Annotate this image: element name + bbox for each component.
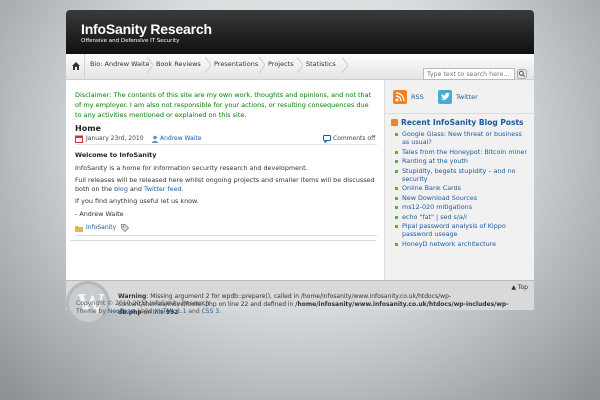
back-to-top-link[interactable]: ▲ Top bbox=[511, 284, 528, 291]
rss-icon[interactable] bbox=[391, 119, 398, 126]
recent-post-link[interactable]: Pipal password analysis of Kippo passwor… bbox=[402, 222, 506, 238]
nav-separator bbox=[205, 57, 211, 73]
post-footer: InfoSanity bbox=[75, 224, 377, 236]
theme-credit: Theme by NeoEase. Valid XHTML 1.1 and CS… bbox=[76, 308, 221, 316]
nav-item-book-reviews[interactable]: Book Reviews bbox=[156, 54, 201, 79]
list-item[interactable]: Stupidity, begets stupidity – and no sec… bbox=[395, 167, 527, 183]
nav-item-projects[interactable]: Projects bbox=[268, 54, 294, 79]
feed-links: RSS Twitter bbox=[393, 90, 529, 108]
twitter-feed-link[interactable]: Twitter feed bbox=[144, 185, 182, 193]
list-item[interactable]: echo "fat" | sed s/a/i bbox=[395, 213, 527, 221]
credit-text: and bbox=[186, 308, 202, 315]
calendar-icon bbox=[75, 135, 83, 143]
credit-text: . bbox=[219, 308, 222, 315]
nav-separator bbox=[259, 57, 265, 73]
post-comments: Comments off bbox=[333, 135, 376, 142]
divider bbox=[70, 240, 376, 241]
bullet-icon bbox=[395, 196, 398, 200]
home-icon bbox=[72, 62, 80, 70]
post-body: Welcome to InfoSanity InfoSanity is a ho… bbox=[75, 151, 377, 222]
credit-text: . Valid bbox=[134, 308, 155, 315]
recent-post-link[interactable]: Google Glass: New threat or business as … bbox=[402, 130, 522, 146]
post-paragraph: If you find anything useful let us know. bbox=[75, 197, 199, 205]
nav-item-statistics[interactable]: Statistics bbox=[306, 54, 336, 79]
post-category-link[interactable]: InfoSanity bbox=[86, 224, 116, 231]
widget-title: Recent InfoSanity Blog Posts bbox=[391, 118, 524, 127]
site-title[interactable]: InfoSanity Research bbox=[81, 21, 212, 37]
tag-icon bbox=[121, 224, 129, 232]
recent-post-link[interactable]: New Download Sources bbox=[402, 194, 477, 202]
nav-home[interactable] bbox=[67, 54, 85, 79]
list-item[interactable]: ms12-020 mitigations bbox=[395, 203, 527, 211]
copyright: Copyright © 2010-2012 InfoSanity Researc… bbox=[76, 300, 221, 316]
disclaimer: Disclaimer: The contents of this site ar… bbox=[75, 91, 372, 119]
recent-post-link[interactable]: Tales from the Honeypot: Bitcoin miner bbox=[402, 148, 527, 156]
post-meta: January 23rd, 2010 Andrew Waite Comments… bbox=[75, 135, 377, 145]
site-header: InfoSanity Research Offensive and Defens… bbox=[66, 10, 534, 54]
sidebar: RSS Twitter Recent InfoSanity Blog Posts… bbox=[384, 80, 535, 280]
divider bbox=[385, 113, 535, 114]
theme-author-link[interactable]: NeoEase bbox=[108, 308, 134, 315]
recent-post-link[interactable]: Ranting at the youth bbox=[402, 157, 468, 165]
nav-separator bbox=[147, 57, 153, 73]
post-paragraph: Full releases will be released here whil… bbox=[75, 176, 377, 193]
list-item[interactable]: New Download Sources bbox=[395, 194, 527, 202]
post-author[interactable]: Andrew Waite bbox=[160, 135, 202, 142]
bullet-icon bbox=[395, 187, 398, 190]
post-date: January 23rd, 2010 bbox=[86, 135, 144, 142]
twitter-link[interactable]: Twitter bbox=[456, 93, 478, 101]
css-link[interactable]: CSS 3 bbox=[202, 308, 220, 315]
list-item[interactable]: Google Glass: New threat or business as … bbox=[395, 130, 527, 146]
main-column: Disclaimer: The contents of this site ar… bbox=[66, 80, 384, 280]
bullet-icon bbox=[395, 242, 398, 246]
bullet-icon bbox=[395, 206, 398, 209]
recent-post-link[interactable]: echo "fat" | sed s/a/i bbox=[402, 213, 467, 221]
warning-label: Warning bbox=[118, 293, 147, 300]
copyright-text: Copyright © 2010-2012 InfoSanity Researc… bbox=[76, 300, 210, 307]
paragraph-text: and bbox=[127, 184, 144, 193]
list-item[interactable]: Pipal password analysis of Kippo passwor… bbox=[395, 222, 527, 238]
search-icon[interactable] bbox=[517, 69, 527, 79]
post-heading: Welcome to InfoSanity bbox=[75, 151, 157, 159]
comments-icon bbox=[323, 135, 331, 143]
bullet-icon bbox=[395, 169, 398, 173]
nav-separator bbox=[342, 57, 348, 73]
list-item[interactable]: Ranting at the youth bbox=[395, 157, 527, 165]
bullet-icon bbox=[395, 215, 398, 219]
post-paragraph: InfoSanity is a home for information sec… bbox=[75, 163, 308, 172]
site-tagline: Offensive and Defensive IT Security bbox=[81, 38, 180, 44]
author-icon bbox=[151, 135, 159, 143]
content-area: Disclaimer: The contents of this site ar… bbox=[66, 80, 535, 280]
nav-item-presentations[interactable]: Presentations bbox=[214, 54, 258, 79]
recent-post-link[interactable]: Online Bank Cards bbox=[402, 184, 461, 192]
nav-separator bbox=[297, 57, 303, 73]
rss-link[interactable]: RSS bbox=[411, 93, 424, 101]
bullet-icon bbox=[395, 160, 398, 163]
paragraph-text: . bbox=[181, 184, 184, 193]
recent-post-link[interactable]: HoneyD network architecture bbox=[402, 240, 496, 248]
bullet-icon bbox=[395, 133, 398, 136]
bullet-icon bbox=[395, 225, 398, 228]
rss-icon[interactable] bbox=[393, 90, 407, 104]
twitter-icon[interactable] bbox=[438, 90, 452, 104]
folder-icon bbox=[75, 226, 83, 232]
main-nav: Bio: Andrew Waite Book Reviews Presentat… bbox=[66, 54, 534, 80]
nav-item-bio[interactable]: Bio: Andrew Waite bbox=[90, 54, 149, 79]
post-title[interactable]: Home bbox=[75, 124, 101, 133]
list-item[interactable]: HoneyD network architecture bbox=[395, 240, 527, 248]
list-item[interactable]: Tales from the Honeypot: Bitcoin miner bbox=[395, 148, 527, 156]
blog-link[interactable]: blog bbox=[114, 185, 128, 193]
search-input[interactable] bbox=[423, 68, 515, 80]
page-wrapper: InfoSanity Research Offensive and Defens… bbox=[66, 10, 535, 325]
recent-posts-list: Google Glass: New threat or business as … bbox=[395, 130, 527, 249]
bullet-icon bbox=[395, 150, 398, 154]
recent-post-link[interactable]: ms12-020 mitigations bbox=[402, 203, 472, 211]
widget-title-text[interactable]: Recent InfoSanity Blog Posts bbox=[401, 118, 524, 127]
credit-text: Theme by bbox=[76, 308, 108, 315]
xhtml-link[interactable]: XHTML 1.1 bbox=[154, 308, 186, 315]
list-item[interactable]: Online Bank Cards bbox=[395, 184, 527, 192]
post-signature: - Andrew Waite bbox=[75, 209, 124, 218]
recent-post-link[interactable]: Stupidity, begets stupidity – and no sec… bbox=[402, 167, 516, 183]
